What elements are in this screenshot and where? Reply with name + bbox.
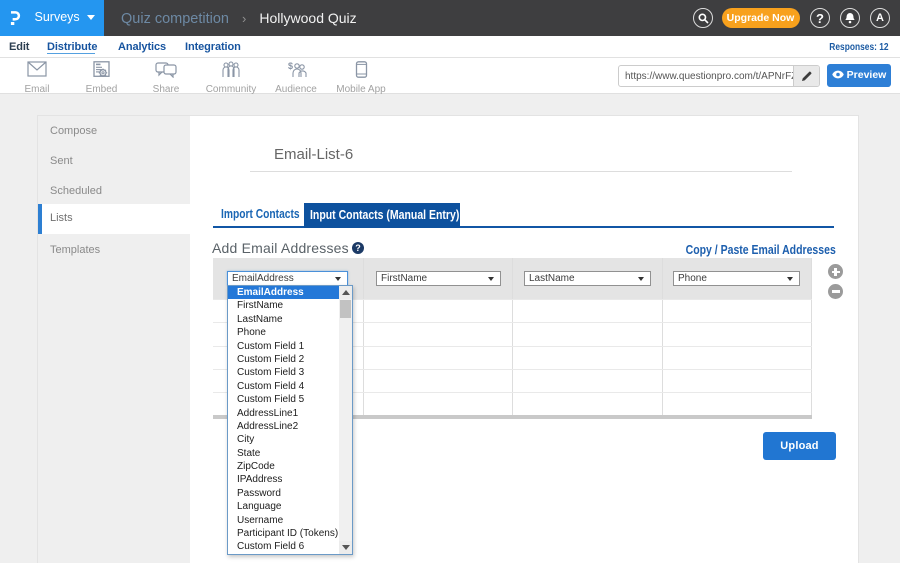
svg-text:$: $: [288, 61, 293, 71]
